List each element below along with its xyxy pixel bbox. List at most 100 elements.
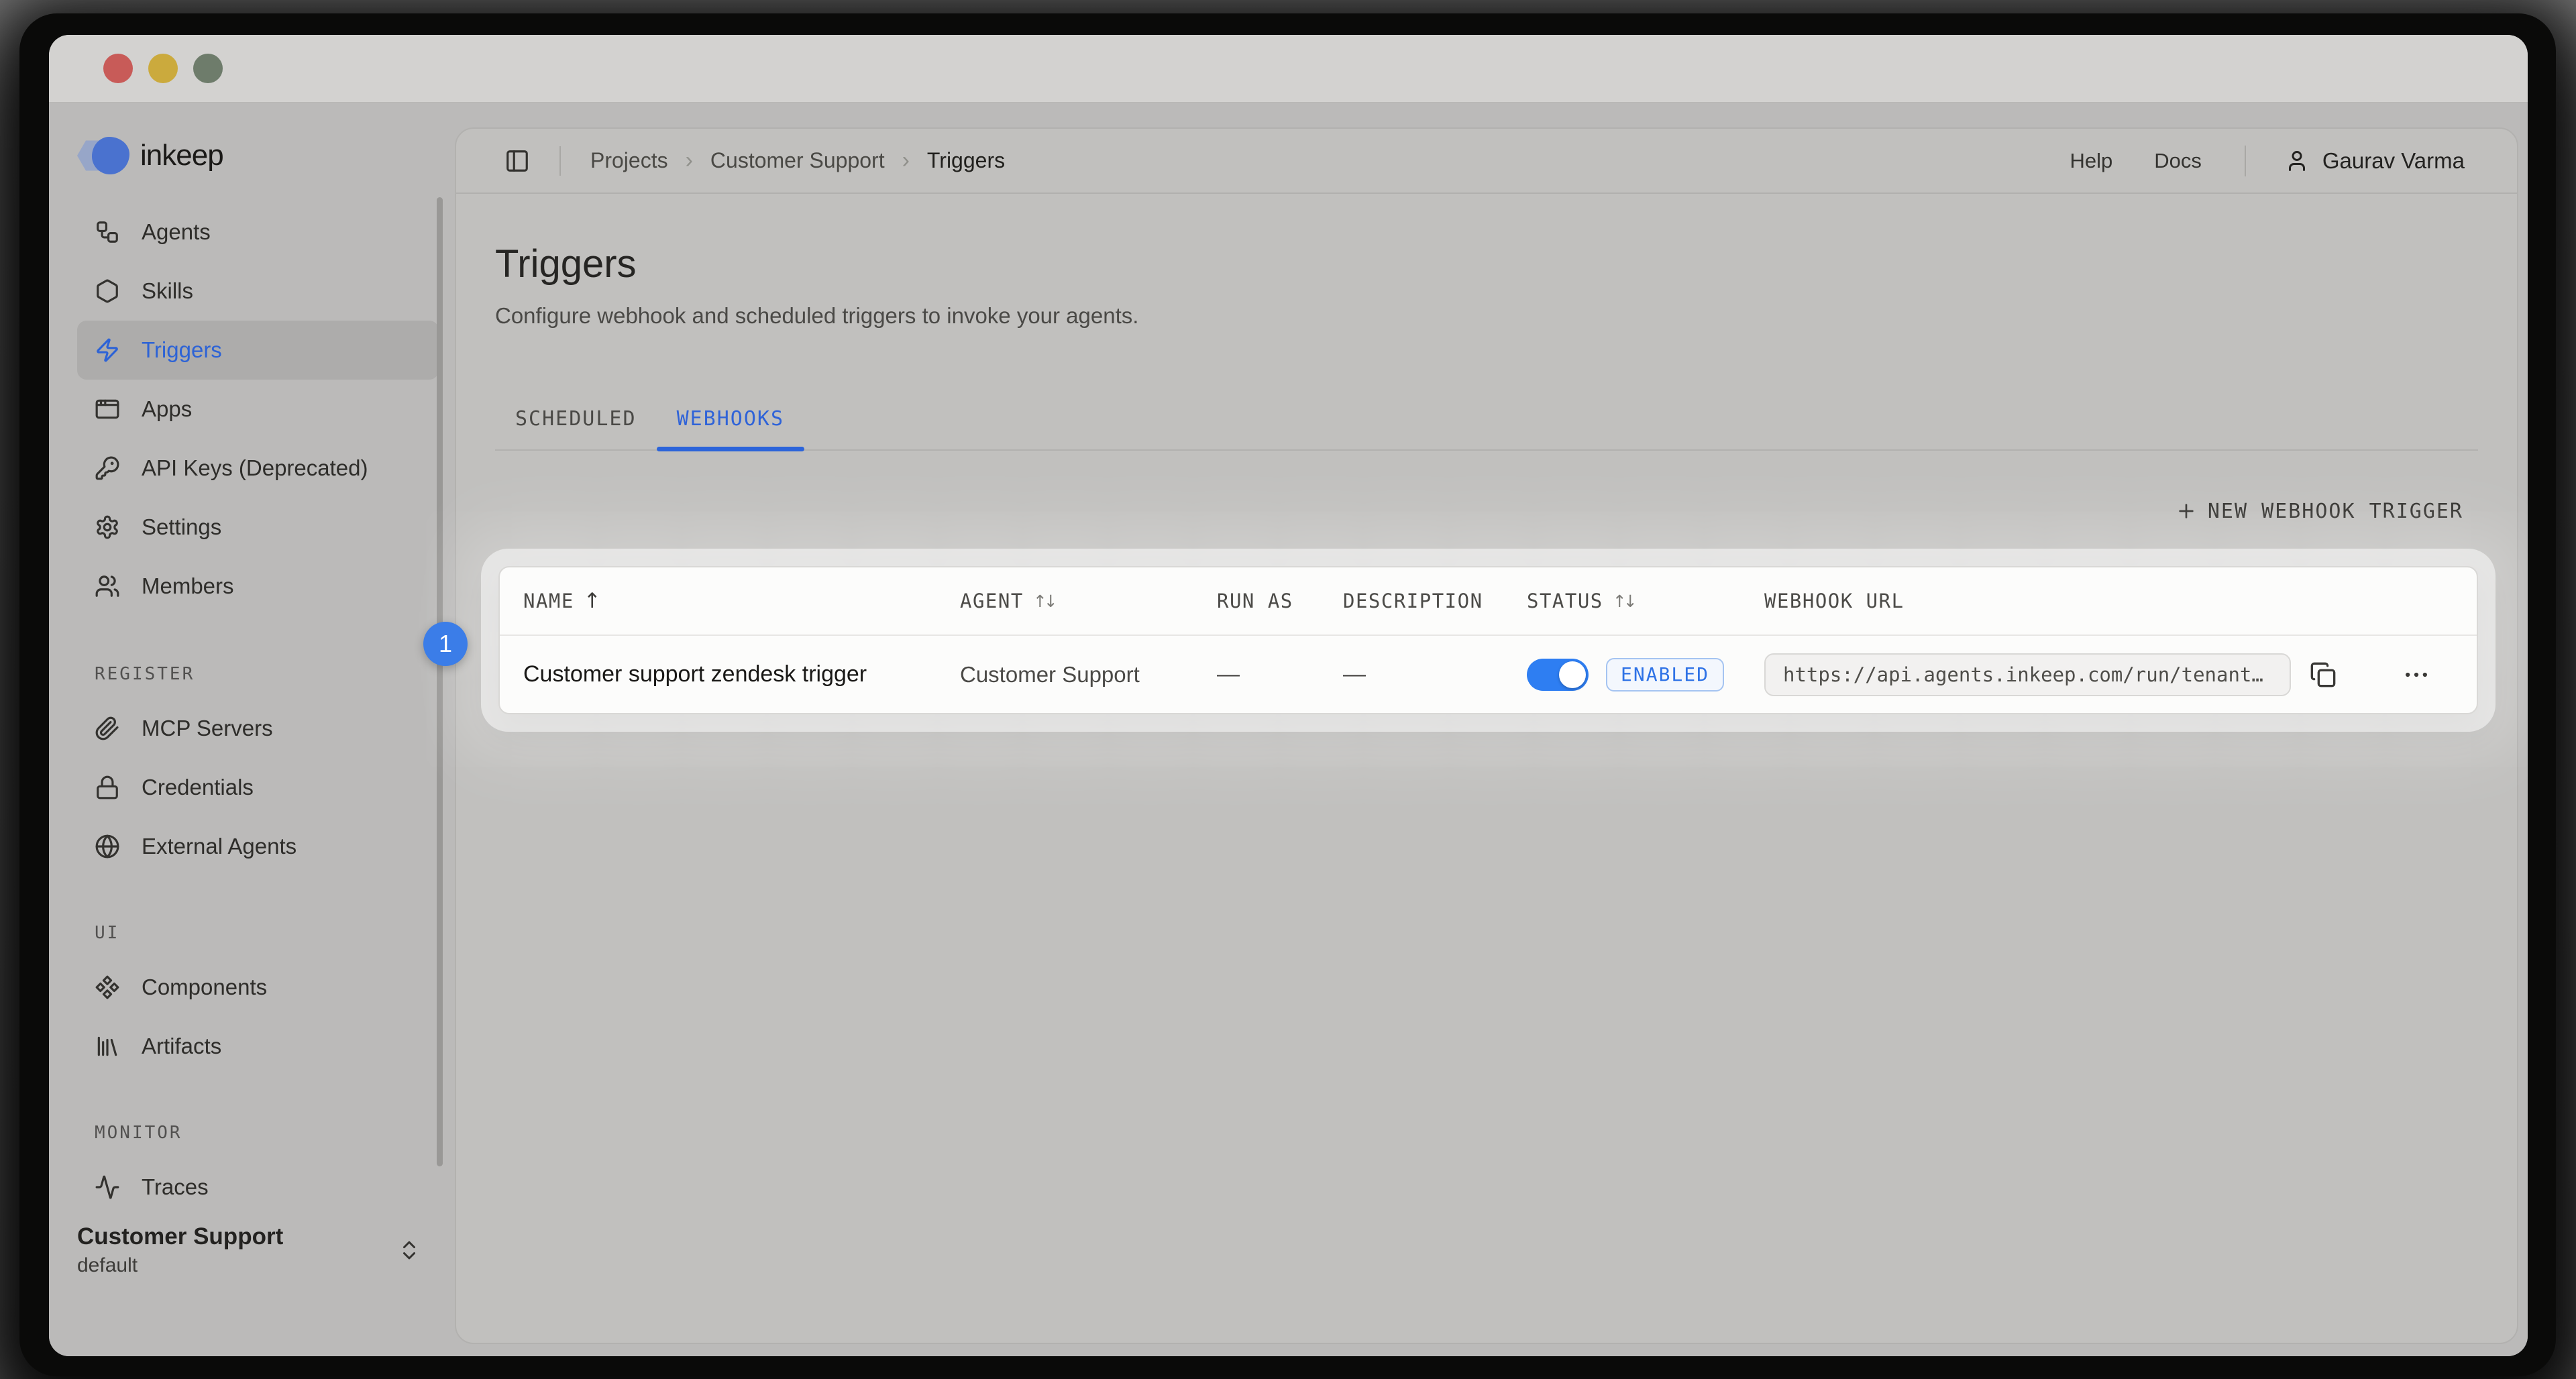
copy-icon	[2310, 661, 2337, 688]
backdrop: inkeep Agents Skills Trig	[0, 0, 2576, 1379]
ellipsis-icon	[2402, 660, 2431, 690]
sidebar-item-credentials[interactable]: Credentials	[77, 758, 439, 817]
titlebar	[49, 35, 2528, 103]
sidebar-item-skills[interactable]: Skills	[77, 262, 439, 321]
breadcrumb: Projects › Customer Support › Triggers	[590, 148, 1005, 174]
column-header-status[interactable]: STATUS ↑↓	[1527, 590, 1764, 612]
globe-icon	[95, 834, 120, 859]
webhook-url-field[interactable]: https://api.agents.inkeep.com/run/tenant…	[1764, 653, 2291, 696]
mcp-icon	[95, 716, 120, 741]
sidebar-item-artifacts[interactable]: Artifacts	[77, 1017, 439, 1076]
status-toggle[interactable]	[1527, 659, 1589, 691]
section-label-register: REGISTER	[77, 664, 455, 684]
column-header-agent[interactable]: AGENT ↑↓	[960, 590, 1217, 612]
page-subtitle: Configure webhook and scheduled triggers…	[495, 303, 2478, 329]
sidebar-item-apps[interactable]: Apps	[77, 380, 439, 439]
project-switcher[interactable]: Customer Support default	[77, 1223, 421, 1277]
user-name: Gaurav Varma	[2322, 148, 2465, 174]
trigger-status: ENABLED	[1527, 658, 1764, 692]
plus-icon	[2176, 500, 2197, 522]
logo-text: inkeep	[140, 139, 223, 172]
sort-icon: ↑↓	[1613, 592, 1638, 611]
sidebar-item-label: Skills	[142, 278, 193, 304]
table-header-row: NAME ↑ AGENT ↑↓ RUN AS	[500, 567, 2477, 636]
breadcrumb-triggers: Triggers	[927, 148, 1005, 173]
logo: inkeep	[77, 138, 455, 173]
chevrons-up-down-icon	[397, 1238, 421, 1262]
table-row[interactable]: Customer support zendesk trigger Custome…	[500, 636, 2477, 713]
trigger-agent: Customer Support	[960, 662, 1217, 687]
sidebar-item-triggers[interactable]: Triggers	[77, 321, 439, 380]
sidebar-item-settings[interactable]: Settings	[77, 498, 439, 557]
column-header-name[interactable]: NAME ↑	[523, 589, 960, 613]
hexagon-icon	[95, 278, 120, 304]
zoom-button[interactable]	[193, 54, 223, 83]
breadcrumb-customer-support[interactable]: Customer Support	[710, 148, 885, 173]
app-body: inkeep Agents Skills Trig	[49, 103, 2528, 1356]
component-icon	[95, 975, 120, 1000]
header-divider	[2245, 146, 2246, 176]
close-button[interactable]	[103, 54, 133, 83]
trigger-run-as: —	[1217, 661, 1343, 687]
sidebar-item-label: Triggers	[142, 337, 222, 363]
sort-icon: ↑↓	[1033, 592, 1058, 611]
app-window: inkeep Agents Skills Trig	[49, 35, 2528, 1356]
zap-icon	[95, 337, 120, 363]
sidebar-item-label: External Agents	[142, 834, 297, 859]
library-icon	[95, 1034, 120, 1059]
new-webhook-trigger-button[interactable]: NEW WEBHOOK TRIGGER	[2161, 490, 2478, 533]
docs-link[interactable]: Docs	[2154, 149, 2202, 173]
sidebar-item-label: Agents	[142, 219, 211, 245]
section-label-monitor: MONITOR	[77, 1123, 455, 1143]
trigger-name: Customer support zendesk trigger	[523, 661, 960, 687]
sidebar-item-label: Credentials	[142, 775, 254, 800]
sidebar-item-members[interactable]: Members	[77, 557, 439, 616]
tab-bar: SCHEDULED WEBHOOKS	[495, 386, 2478, 451]
panel-header: Projects › Customer Support › Triggers H…	[456, 129, 2517, 194]
help-link[interactable]: Help	[2070, 149, 2112, 173]
panel-left-icon[interactable]	[504, 148, 530, 174]
sidebar-scrollbar[interactable]	[437, 197, 443, 1166]
sidebar-item-traces[interactable]: Traces	[77, 1158, 439, 1217]
toolbar: NEW WEBHOOK TRIGGER	[495, 490, 2478, 533]
chevron-right-icon: ›	[902, 148, 910, 174]
new-webhook-trigger-label: NEW WEBHOOK TRIGGER	[2208, 500, 2463, 523]
gear-icon	[95, 514, 120, 540]
user-icon	[2285, 149, 2309, 173]
minimize-button[interactable]	[148, 54, 178, 83]
copy-button[interactable]	[2310, 661, 2337, 688]
users-icon	[95, 573, 120, 599]
trigger-webhook-url-cell: https://api.agents.inkeep.com/run/tenant…	[1764, 653, 2458, 696]
sort-asc-icon: ↑	[584, 589, 602, 613]
window-frame: inkeep Agents Skills Trig	[19, 13, 2556, 1376]
column-header-run-as: RUN AS	[1217, 590, 1343, 612]
sidebar-item-label: MCP Servers	[142, 716, 273, 741]
sidebar-item-label: Components	[142, 975, 267, 1000]
trigger-description: —	[1343, 661, 1527, 687]
chevron-right-icon: ›	[686, 148, 693, 174]
annotation-badge-1: 1	[423, 622, 468, 666]
sidebar-item-api-keys[interactable]: API Keys (Deprecated)	[77, 439, 439, 498]
tab-webhooks[interactable]: WEBHOOKS	[657, 386, 805, 451]
breadcrumb-projects[interactable]: Projects	[590, 148, 668, 173]
column-header-description: DESCRIPTION	[1343, 590, 1527, 612]
sidebar-item-mcp-servers[interactable]: MCP Servers	[77, 699, 439, 758]
project-environment: default	[77, 1254, 283, 1277]
sidebar: inkeep Agents Skills Trig	[49, 103, 455, 1356]
sidebar-item-components[interactable]: Components	[77, 958, 439, 1017]
user-menu[interactable]: Gaurav Varma	[2285, 148, 2465, 174]
sidebar-item-external-agents[interactable]: External Agents	[77, 817, 439, 876]
row-actions-button[interactable]	[2402, 660, 2431, 690]
sidebar-item-agents[interactable]: Agents	[77, 203, 439, 262]
sidebar-item-label: Apps	[142, 396, 192, 422]
tab-scheduled[interactable]: SCHEDULED	[495, 386, 657, 451]
status-badge: ENABLED	[1606, 658, 1724, 692]
header-divider	[559, 146, 561, 176]
column-header-webhook-url: WEBHOOK URL	[1764, 590, 2458, 612]
main-panel: Projects › Customer Support › Triggers H…	[455, 127, 2518, 1344]
sidebar-item-label: Traces	[142, 1174, 209, 1200]
sidebar-item-label: Settings	[142, 514, 221, 540]
project-name: Customer Support	[77, 1223, 283, 1250]
inkeep-logo-icon	[77, 137, 129, 174]
key-icon	[95, 455, 120, 481]
